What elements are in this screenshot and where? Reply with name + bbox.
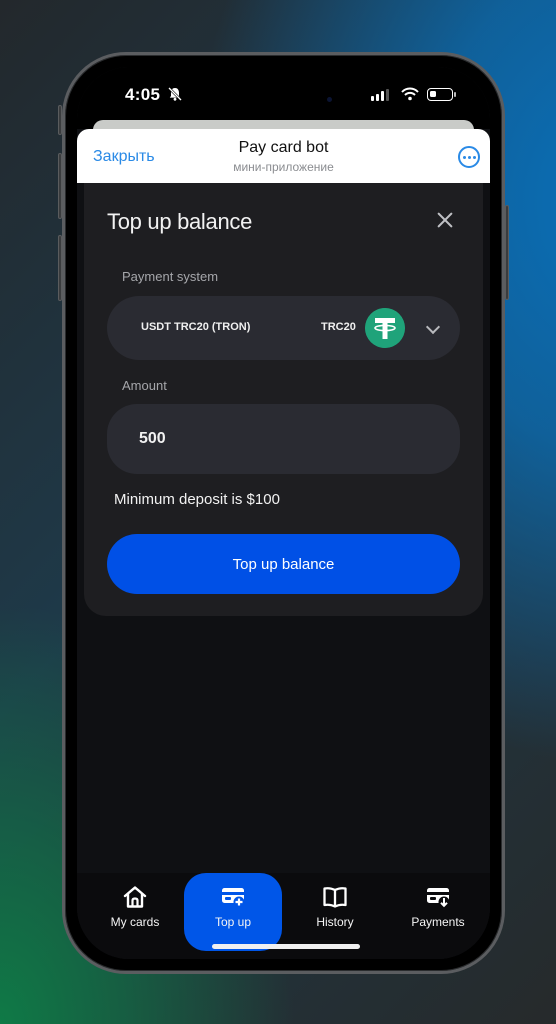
tab-bar: My cards Top up History Payments [77, 873, 490, 959]
topup-card: Top up balance Payment system USDT TRC20… [84, 183, 483, 616]
top-up-balance-button[interactable]: Top up balance [107, 534, 460, 594]
miniapp-subtitle: мини-приложение [233, 160, 334, 174]
volume-up-button [58, 153, 62, 219]
payment-system-select[interactable]: USDT TRC20 (TRON) TRC20 [107, 296, 460, 360]
chevron-down-icon[interactable] [425, 319, 441, 335]
tether-icon [365, 308, 405, 348]
amount-input[interactable] [107, 404, 460, 474]
cellular-signal-icon [371, 89, 389, 101]
book-icon [323, 887, 347, 908]
home-indicator[interactable] [212, 944, 360, 949]
close-icon[interactable] [437, 212, 453, 228]
ellipsis-circle-icon[interactable] [458, 146, 480, 168]
status-time: 4:05 [125, 85, 161, 104]
selected-payment-name: USDT TRC20 (TRON) [141, 321, 251, 333]
card-title: Top up balance [107, 209, 253, 234]
tab-label: History [316, 915, 354, 929]
wifi-icon [401, 87, 419, 101]
bell-slash-icon [168, 87, 182, 101]
front-camera [327, 97, 332, 102]
tab-top-up[interactable]: Top up [184, 873, 282, 951]
card-download-icon [427, 888, 450, 908]
card-plus-icon [222, 888, 245, 908]
selected-network: TRC20 [321, 321, 356, 333]
app-content: Top up balance Payment system USDT TRC20… [77, 183, 490, 959]
volume-down-button [58, 235, 62, 301]
action-button [58, 105, 62, 135]
min-deposit-note: Minimum deposit is $100 [114, 491, 280, 508]
tab-label: My cards [110, 915, 160, 929]
tab-label: Payments [411, 915, 465, 929]
power-button [505, 205, 509, 300]
payment-system-label: Payment system [122, 269, 219, 284]
telegram-miniapp-header: Закрыть Pay card bot мини-приложение [77, 129, 490, 183]
home-icon [123, 886, 147, 908]
screen: 4:05 Закрыть Pay card bot мини-приложени… [77, 67, 490, 959]
tab-history[interactable]: History [285, 873, 385, 951]
amount-label: Amount [122, 378, 167, 393]
tab-my-cards[interactable]: My cards [85, 873, 185, 951]
battery-low-icon [427, 88, 456, 101]
phone-frame: 4:05 Закрыть Pay card bot мини-приложени… [58, 52, 509, 974]
miniapp-title: Pay card bot [238, 139, 329, 156]
tab-payments[interactable]: Payments [388, 873, 488, 951]
tab-label: Top up [214, 915, 252, 929]
